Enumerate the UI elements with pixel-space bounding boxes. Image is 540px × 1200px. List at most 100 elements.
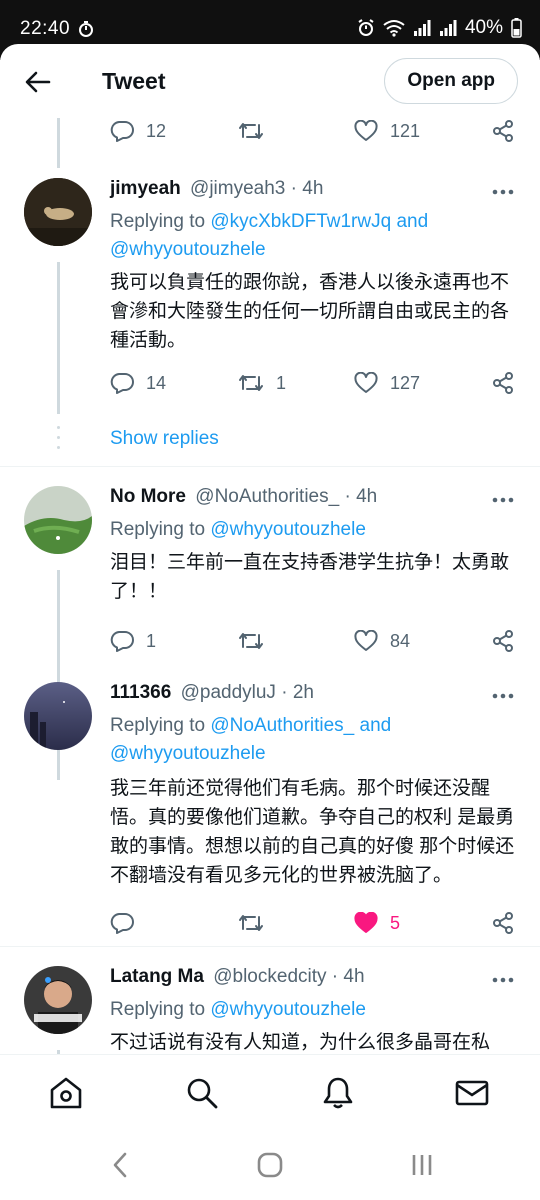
display-name[interactable]: jimyeah (110, 178, 181, 199)
open-app-button[interactable]: Open app (384, 58, 518, 104)
replying-prefix: Replying to (110, 999, 211, 1020)
system-recents-icon[interactable] (402, 1148, 442, 1182)
share-icon (493, 630, 513, 652)
reply-button[interactable]: 1 (110, 626, 156, 656)
replying-to: Replying to @kycXbkDFTw1rwJq and @whyyou… (110, 208, 520, 264)
tweet-header: 111366 @paddyluJ · 2h (110, 682, 314, 704)
heart-icon (354, 630, 378, 651)
retweet-button[interactable] (238, 908, 264, 938)
avatar[interactable] (24, 682, 92, 750)
mention-link[interactable]: @whyyoutouzhele (210, 999, 366, 1020)
search-icon[interactable] (184, 1075, 220, 1111)
system-nav-bar (0, 1130, 540, 1200)
status-time: 22:40 (20, 18, 71, 39)
mention-link[interactable]: @whyyoutouzhele (210, 519, 366, 540)
more-dots-icon[interactable] (490, 490, 516, 510)
retweet-button[interactable] (238, 116, 264, 146)
divider (0, 466, 540, 467)
share-button[interactable] (491, 908, 515, 938)
bottom-nav (0, 1054, 540, 1130)
reply-button[interactable] (110, 908, 134, 938)
avatar[interactable] (24, 966, 92, 1034)
tweet-action-row: 1 84 (110, 626, 515, 656)
share-button[interactable] (491, 368, 515, 398)
like-count: 5 (390, 912, 401, 933)
retweet-icon (239, 375, 263, 391)
tweet-feed[interactable]: 12 121 jimyeah @jimyeah3 · 4h Replying t… (0, 108, 540, 1054)
divider (0, 946, 540, 947)
handle-time: @NoAuthorities_ · 4h (195, 486, 378, 507)
battery-percent: 40% (464, 17, 503, 38)
reply-bubble-icon (110, 121, 134, 142)
share-icon (493, 120, 513, 142)
tweet-text: 泪目！三年前一直在支持香港学生抗争！太勇敢了！！ (110, 552, 510, 602)
thread-line (57, 118, 60, 168)
display-name[interactable]: Latang Ma (110, 966, 204, 987)
retweet-icon (239, 123, 263, 139)
reply-button[interactable]: 12 (110, 116, 166, 146)
share-button[interactable] (491, 116, 515, 146)
replying-to: Replying to @NoAuthorities_ and @whyyout… (110, 712, 520, 768)
like-button[interactable]: 84 (354, 626, 410, 656)
tweet-text: 我可以負責任的跟你說，香港人以後永遠再也不會滲和大陸發生的任何一切所謂自由或民主… (110, 272, 510, 351)
avatar[interactable] (24, 178, 92, 246)
like-count: 127 (390, 372, 421, 393)
like-button[interactable]: 121 (354, 116, 420, 146)
retweet-button[interactable]: 1 (238, 368, 286, 398)
thread-dots (57, 426, 60, 456)
retweet-icon (239, 915, 263, 931)
handle-time: @blockedcity · 4h (213, 966, 365, 987)
reply-bubble-icon (110, 913, 134, 934)
heart-filled-icon (354, 912, 378, 933)
tweet-action-row: 14 1 127 (110, 368, 515, 398)
reply-button[interactable]: 14 (110, 368, 166, 398)
replying-to: Replying to @whyyoutouzhele (110, 516, 520, 544)
tweet-111366[interactable]: 111366 @paddyluJ · 2h Replying to @NoAut… (0, 682, 540, 942)
tweet-action-row: 5 (110, 908, 515, 938)
signal-icon-2 (439, 20, 457, 36)
tweet-text: 我三年前还觉得他们有毛病。那个时候还没醒悟。真的要像他们道歉。争夺自己的权利 是… (110, 778, 515, 886)
system-back-icon[interactable] (100, 1148, 140, 1182)
reply-count: 14 (146, 372, 167, 393)
home-icon[interactable] (48, 1075, 84, 1111)
share-button[interactable] (491, 626, 515, 656)
reply-bubble-icon (110, 373, 134, 394)
display-name[interactable]: 111366 (110, 682, 171, 703)
more-dots-icon[interactable] (490, 182, 516, 202)
back-arrow-icon[interactable] (22, 66, 54, 98)
avatar[interactable] (24, 486, 92, 554)
retweet-button[interactable] (238, 626, 264, 656)
alarm-icon (357, 19, 375, 37)
timer-icon (78, 20, 94, 43)
replying-prefix: Replying to (110, 519, 211, 540)
tweet-header: Latang Ma @blockedcity · 4h (110, 966, 365, 988)
handle-time: @paddyluJ · 2h (180, 682, 314, 703)
bell-icon[interactable] (320, 1075, 356, 1111)
tweet-latangma[interactable]: Latang Ma @blockedcity · 4h Replying to … (0, 966, 540, 1054)
like-count: 121 (390, 120, 421, 141)
like-button[interactable]: 127 (354, 368, 420, 398)
replying-prefix: Replying to (110, 211, 211, 232)
status-icons: 40% (357, 17, 522, 39)
mail-icon[interactable] (454, 1075, 490, 1111)
like-count: 84 (390, 630, 411, 651)
tweet-text: 不过话说有没有人知道，为什么很多晶哥在私 (110, 1032, 491, 1053)
share-icon (493, 912, 513, 934)
like-button-active[interactable]: 5 (354, 908, 400, 938)
system-home-icon[interactable] (250, 1148, 290, 1182)
retweet-count: 1 (276, 372, 287, 393)
wifi-icon (383, 19, 405, 37)
tweet-nomore[interactable]: No More @NoAuthorities_ · 4h Replying to… (0, 486, 540, 780)
parent-action-row: 12 121 (110, 116, 515, 146)
heart-icon (354, 120, 378, 141)
app-header: Tweet Open app (0, 44, 540, 118)
show-replies-link[interactable]: Show replies (110, 428, 219, 450)
more-dots-icon[interactable] (490, 686, 516, 706)
retweet-icon (239, 633, 263, 649)
display-name[interactable]: No More (110, 486, 186, 507)
share-icon (493, 372, 513, 394)
tweet-jimyeah[interactable]: jimyeah @jimyeah3 · 4h Replying to @kycX… (0, 178, 540, 468)
more-dots-icon[interactable] (490, 970, 516, 990)
replying-to: Replying to @whyyoutouzhele (110, 996, 520, 1024)
reply-count: 12 (146, 120, 167, 141)
